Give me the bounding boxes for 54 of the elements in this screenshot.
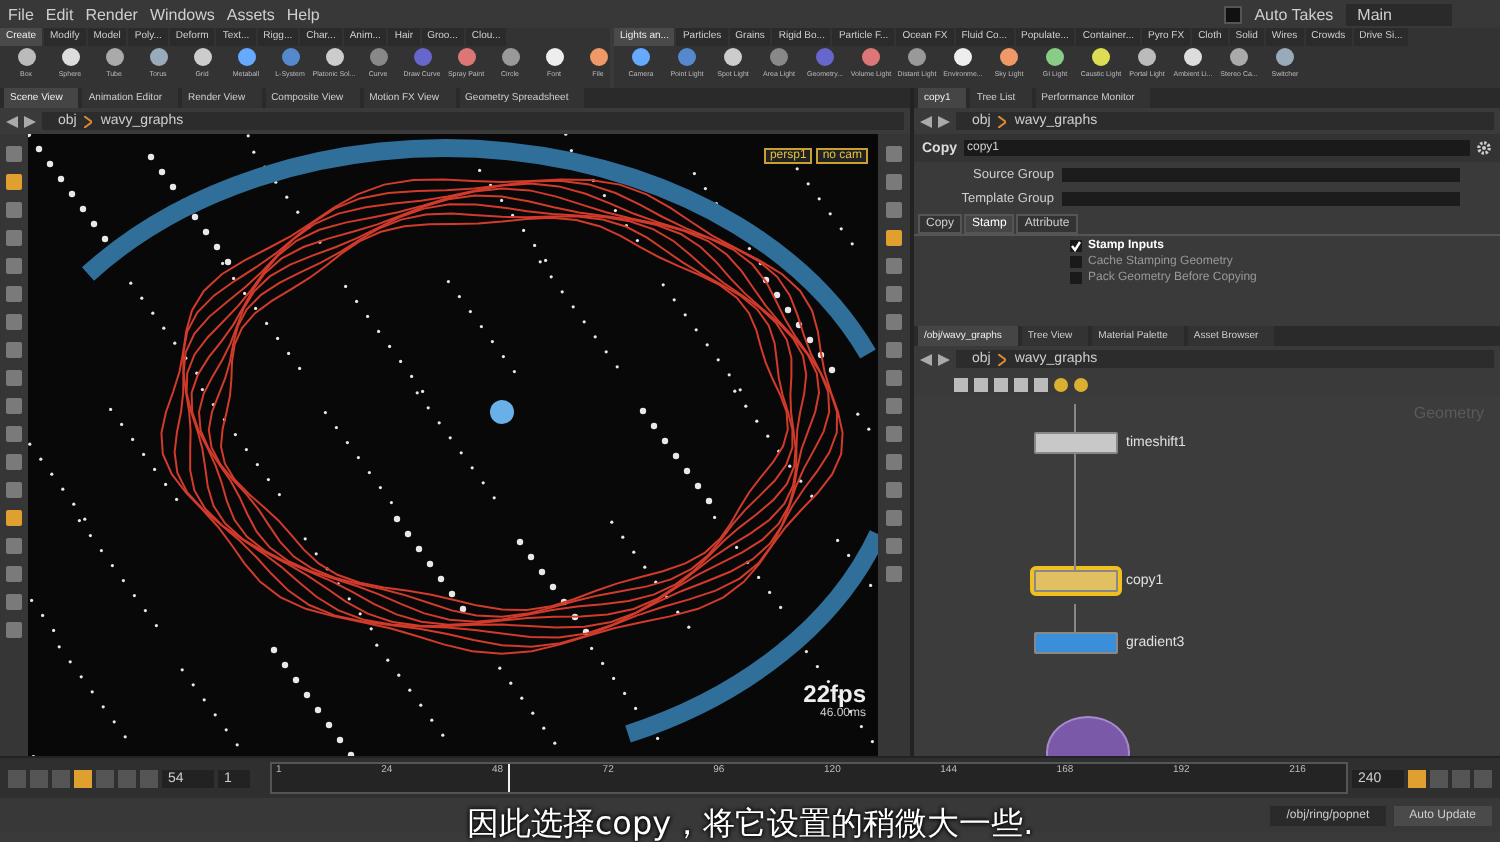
back-arrow-icon[interactable] <box>6 115 18 127</box>
node[interactable] <box>1034 432 1118 454</box>
shelf-tool-icon[interactable] <box>545 48 563 66</box>
menu-item[interactable]: Assets <box>226 5 275 23</box>
fps-readout: 22fps <box>803 680 866 708</box>
node[interactable] <box>1034 632 1118 654</box>
back-arrow-icon[interactable] <box>920 115 932 127</box>
group-field[interactable] <box>1062 191 1460 205</box>
light-tool-icon[interactable] <box>908 48 926 66</box>
light-tool-icon[interactable] <box>1184 48 1202 66</box>
light-tool-icon[interactable] <box>1000 48 1018 66</box>
checkbox[interactable] <box>1070 256 1082 268</box>
node[interactable] <box>1034 570 1118 592</box>
shelf-tool-icon[interactable] <box>501 48 519 66</box>
light-tool-icon[interactable] <box>724 48 742 66</box>
light-tool-icon[interactable] <box>632 48 650 66</box>
gear-icon[interactable] <box>1476 140 1492 156</box>
menu-item[interactable]: File <box>8 5 34 23</box>
light-tool-icon[interactable] <box>1092 48 1110 66</box>
checkbox[interactable] <box>1070 272 1082 284</box>
shelf-tool-icon[interactable] <box>61 48 79 66</box>
chevron-icon <box>998 353 1007 365</box>
checkbox[interactable] <box>1070 240 1082 252</box>
shelf-tool-icon[interactable] <box>149 48 167 66</box>
light-tool-icon[interactable] <box>1046 48 1064 66</box>
auto-takes-label: Auto Takes <box>1254 5 1334 23</box>
desktop-dropdown[interactable]: Main <box>1345 3 1452 25</box>
forward-arrow-icon[interactable] <box>938 353 950 365</box>
chevron-icon <box>998 115 1007 127</box>
back-arrow-icon[interactable] <box>920 353 932 365</box>
forward-arrow-icon[interactable] <box>938 115 950 127</box>
shelf-tool-icon[interactable] <box>105 48 123 66</box>
shelf-tool-icon[interactable] <box>325 48 343 66</box>
wire-line <box>1074 404 1076 432</box>
subtitle-caption: 因此选择copy，将它设置的稍微大一些. <box>466 808 1034 840</box>
auto-takes-checkbox[interactable] <box>1224 5 1243 23</box>
shelf-tool-icon[interactable] <box>193 48 211 66</box>
wire-line <box>1074 604 1076 632</box>
menu-item[interactable]: Windows <box>149 5 215 23</box>
light-tool-icon[interactable] <box>1230 48 1248 66</box>
shelf-tool-icon[interactable] <box>17 48 35 66</box>
menu-item[interactable]: Edit <box>45 5 74 23</box>
shelf-tool-icon[interactable] <box>589 48 607 66</box>
center-sphere-drawing <box>490 400 514 424</box>
menu-item[interactable]: Help <box>286 5 320 23</box>
wire-line <box>1074 454 1076 570</box>
shelf-tool-icon[interactable] <box>237 48 255 66</box>
light-tool-icon[interactable] <box>1138 48 1156 66</box>
light-tool-icon[interactable] <box>954 48 972 66</box>
group-field[interactable] <box>1062 167 1460 181</box>
forward-arrow-icon[interactable] <box>24 115 36 127</box>
light-tool-icon[interactable] <box>1276 48 1294 66</box>
menu-item[interactable]: Render <box>85 5 138 23</box>
chevron-icon <box>84 115 93 127</box>
